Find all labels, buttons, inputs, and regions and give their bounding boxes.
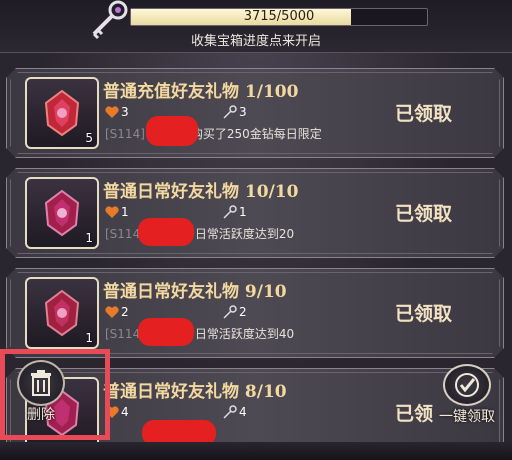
gift-gem-icon[interactable]: 5	[25, 77, 99, 149]
gift-description: [S114] 购买了250金钻每日限定	[105, 125, 322, 142]
gift-description: [S114] 日常活跃度达到20	[105, 225, 294, 242]
progress-caption: 收集宝箱进度点来开启	[190, 34, 321, 49]
key-reward: 3	[223, 105, 247, 119]
key-value: 2	[239, 305, 247, 319]
gift-card: 1 普通日常好友礼物 9/10 2 2 [S114] 日常活跃度达到40 已领取	[6, 268, 504, 358]
reward-row: 2 2	[105, 305, 129, 319]
gift-description: [S114] 日常活跃度达到40	[105, 325, 294, 342]
heart-value: 2	[121, 305, 129, 319]
claimed-status: 已领取	[395, 103, 453, 125]
mini-key-icon	[223, 305, 237, 319]
heart-icon	[105, 206, 119, 218]
redaction-mark	[138, 218, 194, 246]
key-reward: 1	[223, 205, 247, 219]
heart-value: 3	[121, 105, 129, 119]
claim-all-label: 一键领取	[439, 409, 495, 425]
card-title: 普通充值好友礼物 1/100	[103, 82, 299, 102]
gift-count: 1	[85, 331, 93, 345]
heart-value: 4	[121, 405, 129, 419]
card-title: 普通日常好友礼物 10/10	[103, 182, 299, 202]
gift-count: 1	[85, 231, 93, 245]
desc-suffix: 购买了250金钻每日限定	[190, 127, 322, 141]
key-value: 4	[239, 405, 247, 419]
reward-row: 1 1	[105, 205, 129, 219]
redaction-mark	[146, 116, 198, 146]
heart-reward: 2	[105, 305, 129, 319]
mini-key-icon	[223, 405, 237, 419]
gift-card: 5 普通充值好友礼物 1/100 3 3 [S114] 购买了250金钻每日限定 …	[6, 68, 504, 158]
claim-all-button[interactable]: 一键领取	[428, 364, 506, 426]
heart-icon	[105, 106, 119, 118]
key-value: 1	[239, 205, 247, 219]
key-value: 3	[239, 105, 247, 119]
progress-text: 3715/5000	[243, 9, 315, 24]
mini-key-icon	[223, 105, 237, 119]
gift-gem-icon[interactable]: 1	[25, 177, 99, 249]
checkmark-icon	[443, 364, 491, 406]
desc-prefix: [S114]	[105, 127, 145, 141]
key-reward: 2	[223, 305, 247, 319]
claimed-status: 已领取	[395, 203, 453, 225]
card-title: 普通日常好友礼物 9/10	[103, 282, 287, 302]
mini-key-icon	[223, 205, 237, 219]
heart-reward: 3	[105, 105, 129, 119]
gift-gem-icon[interactable]: 1	[25, 277, 99, 349]
progress-bar: 3715/5000	[130, 8, 428, 26]
heart-icon	[105, 306, 119, 318]
key-reward: 4	[223, 405, 247, 419]
heart-reward: 1	[105, 205, 129, 219]
gift-card: 1 普通日常好友礼物 10/10 1 1 [S114] 日常活跃度达到20 已领取	[6, 168, 504, 258]
heart-value: 1	[121, 205, 129, 219]
desc-suffix: 日常活跃度达到20	[194, 227, 295, 241]
chest-progress-header: 3715/5000 收集宝箱进度点来开启	[0, 0, 512, 53]
desc-suffix: 日常活跃度达到40	[194, 327, 295, 341]
bottom-frame	[0, 442, 512, 460]
highlight-box	[0, 349, 110, 440]
redaction-mark	[138, 318, 194, 346]
gift-count: 5	[85, 131, 93, 145]
claimed-status: 已领取	[395, 303, 453, 325]
card-title: 普通日常好友礼物 8/10	[103, 382, 287, 402]
reward-row: 3 3	[105, 105, 129, 119]
